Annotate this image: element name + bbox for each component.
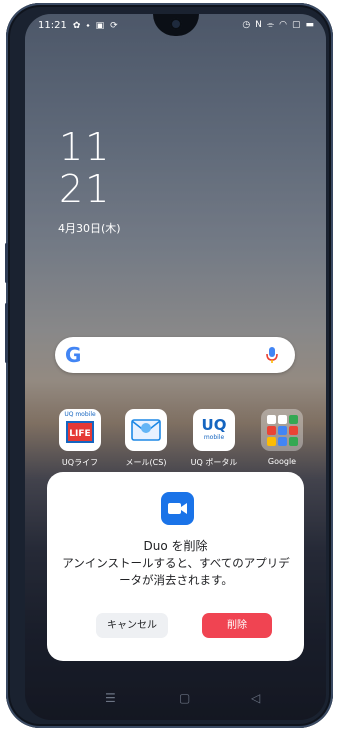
mail-icon xyxy=(125,409,167,451)
battery-saver-icon: ▢ xyxy=(291,20,301,30)
home-icon[interactable]: ▢ xyxy=(179,691,190,705)
uq-portal-icon: UQ mobile xyxy=(193,409,235,451)
app-google-folder[interactable]: Google xyxy=(257,409,307,466)
mic-icon[interactable] xyxy=(263,346,281,364)
app-uq-life[interactable]: UQ mobile LIFE UQライフ xyxy=(55,409,105,468)
menu-icon[interactable]: ☰ xyxy=(105,691,116,705)
phone-frame: 11:21 ✿ ⬩ ▣ ⟳ ◷ N ⌯ ◠ ▢ ▬ 11 21 4月30日(木)… xyxy=(5,3,333,728)
status-bar: 11:21 ✿ ⬩ ▣ ⟳ ◷ N ⌯ ◠ ▢ ▬ xyxy=(25,14,326,38)
google-search-bar[interactable]: G xyxy=(55,337,295,373)
side-button xyxy=(5,303,8,363)
wifi-icon: ◠ xyxy=(279,20,287,30)
back-icon[interactable]: ◁ xyxy=(251,691,260,705)
alarm-icon: ◷ xyxy=(242,20,251,30)
lockscreen-clock: 11 21 xyxy=(59,126,111,210)
volume-button xyxy=(5,243,8,283)
app-label: UQライフ xyxy=(61,458,99,467)
location-icon: ⬩ xyxy=(86,20,90,31)
status-time: 11:21 xyxy=(38,20,67,31)
app-row: UQ mobile LIFE UQライフ メール(CS) UQ mobile U… xyxy=(55,409,305,479)
google-folder-icon xyxy=(261,409,303,451)
cancel-button[interactable]: キャンセル xyxy=(96,613,168,638)
uninstall-dialog: Duo を削除 アンインストールすると、すべてのアプリデータが消去されます。 キ… xyxy=(47,472,304,661)
dialog-message: アンインストールすると、すべてのアプリデータが消去されます。 xyxy=(62,556,290,587)
app-notification-icon: ▣ xyxy=(95,20,105,31)
google-g-icon: G xyxy=(65,343,82,367)
clock-hour: 11 xyxy=(59,125,112,169)
app-label: メール(CS) xyxy=(125,458,167,467)
date-label: 4月30日(木) xyxy=(58,222,121,235)
delete-button[interactable]: 削除 xyxy=(202,613,272,638)
app-label: UQ ポータル xyxy=(190,458,238,467)
app-label: Google xyxy=(267,457,297,466)
duo-app-icon xyxy=(161,492,194,525)
nfc-icon: N xyxy=(255,20,262,30)
app-uq-portal[interactable]: UQ mobile UQ ポータル xyxy=(189,409,239,468)
sync-icon: ⟳ xyxy=(110,20,118,31)
navigation-bar: ☰ ▢ ◁ xyxy=(25,679,326,719)
vibrate-icon: ⌯ xyxy=(266,20,275,30)
battery-icon: ▬ xyxy=(305,20,314,30)
dialog-title: Duo を削除 xyxy=(143,539,208,553)
uq-life-icon: UQ mobile LIFE xyxy=(59,409,101,451)
app-mail-cs[interactable]: メール(CS) xyxy=(121,409,171,468)
gear-icon: ✿ xyxy=(72,20,81,31)
screen: 11:21 ✿ ⬩ ▣ ⟳ ◷ N ⌯ ◠ ▢ ▬ 11 21 4月30日(木)… xyxy=(25,14,326,720)
clock-minute: 21 xyxy=(59,167,112,211)
